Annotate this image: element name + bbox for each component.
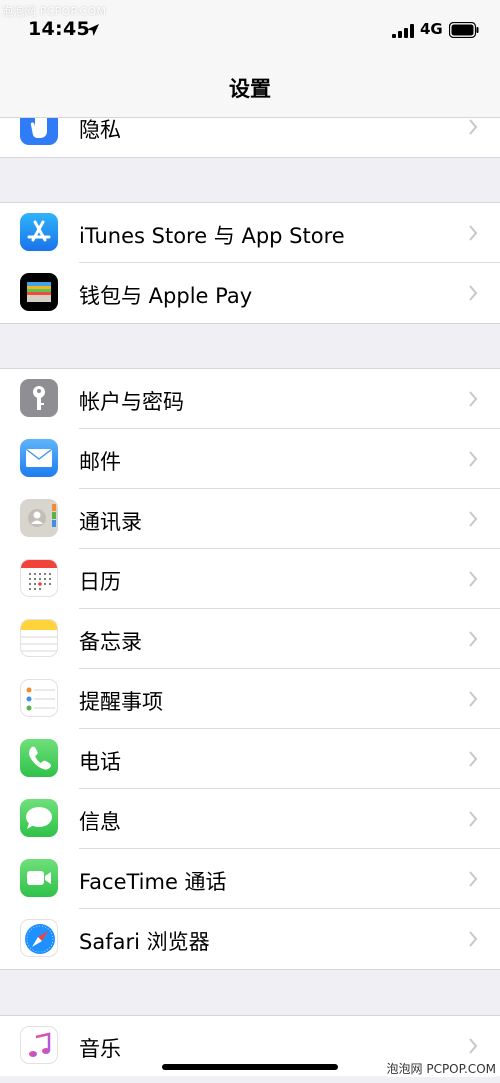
location-arrow-icon	[87, 24, 99, 36]
chevron-right-icon	[469, 811, 478, 827]
chevron-right-icon	[469, 631, 478, 647]
settings-row-label: 钱包与 Apple Pay	[79, 284, 253, 308]
mail-icon	[20, 439, 58, 477]
settings-row-label: Safari 浏览器	[79, 930, 210, 954]
settings-row-label: FaceTime 通话	[79, 870, 227, 894]
chevron-right-icon	[469, 691, 478, 707]
navigation-bar-cover: 设置	[0, 60, 500, 118]
phone-icon	[20, 739, 58, 777]
chevron-right-icon	[469, 571, 478, 587]
settings-row-label: 日历	[79, 570, 121, 594]
settings-row-notes[interactable]: 备忘录	[0, 609, 500, 669]
wallet-icon	[20, 273, 58, 311]
chevron-right-icon	[469, 285, 478, 301]
safari-icon	[20, 919, 58, 957]
notes-icon	[20, 619, 58, 657]
messages-icon	[20, 799, 58, 837]
settings-row-calendar[interactable]: 日历	[0, 549, 500, 609]
settings-group-apps: 帐户与密码 邮件 通讯录 日历 备忘录 提醒事项 电话 信息 FaceTime …	[0, 368, 500, 970]
status-time: 14:45	[28, 18, 90, 40]
settings-row-label: 电话	[79, 750, 121, 774]
chevron-right-icon	[469, 871, 478, 887]
settings-row-wallet-apple-pay[interactable]: 钱包与 Apple Pay	[0, 263, 500, 323]
chevron-right-icon	[469, 751, 478, 767]
app-store-icon	[20, 213, 58, 251]
network-type: 4G	[420, 20, 443, 38]
settings-row-safari[interactable]: Safari 浏览器	[0, 909, 500, 969]
chevron-right-icon	[469, 1038, 478, 1054]
status-bar: 泡泡网 PCPOP.COM 14:45 4G	[0, 0, 500, 60]
settings-row-label: 帐户与密码	[79, 390, 184, 414]
settings-row-label: 隐私	[79, 118, 121, 142]
settings-row-label: 音乐	[79, 1037, 121, 1061]
facetime-icon	[20, 859, 58, 897]
settings-row-label: 通讯录	[79, 510, 142, 534]
settings-group-stores: iTunes Store 与 App Store 钱包与 Apple Pay	[0, 202, 500, 324]
settings-row-mail[interactable]: 邮件	[0, 429, 500, 489]
chevron-right-icon	[469, 225, 478, 241]
settings-row-accounts-passwords[interactable]: 帐户与密码	[0, 369, 500, 429]
settings-row-itunes-app-store[interactable]: iTunes Store 与 App Store	[0, 203, 500, 263]
settings-row-messages[interactable]: 信息	[0, 789, 500, 849]
settings-row-label: 信息	[79, 810, 121, 834]
chevron-right-icon	[469, 119, 478, 135]
battery-icon	[449, 22, 479, 38]
calendar-icon	[20, 559, 58, 597]
settings-row-label: 邮件	[79, 450, 121, 474]
page-title-mirror: 设置	[229, 77, 271, 101]
settings-row-contacts[interactable]: 通讯录	[0, 489, 500, 549]
chevron-right-icon	[469, 451, 478, 467]
home-indicator[interactable]	[162, 1064, 338, 1070]
cellular-signal-icon	[392, 24, 414, 38]
settings-row-label: iTunes Store 与 App Store	[79, 224, 345, 248]
watermark-bottom: 泡泡网 PCPOP.COM	[386, 1060, 496, 1077]
chevron-right-icon	[469, 511, 478, 527]
settings-row-label: 备忘录	[79, 630, 142, 654]
settings-row-phone[interactable]: 电话	[0, 729, 500, 789]
contacts-icon	[20, 499, 58, 537]
settings-row-facetime[interactable]: FaceTime 通话	[0, 849, 500, 909]
chevron-right-icon	[469, 931, 478, 947]
settings-row-label: 提醒事项	[79, 690, 163, 714]
watermark-top: 泡泡网 PCPOP.COM	[2, 5, 107, 18]
settings-row-reminders[interactable]: 提醒事项	[0, 669, 500, 729]
music-icon	[20, 1026, 58, 1064]
key-icon	[20, 379, 58, 417]
chevron-right-icon	[469, 391, 478, 407]
reminders-icon	[20, 679, 58, 717]
